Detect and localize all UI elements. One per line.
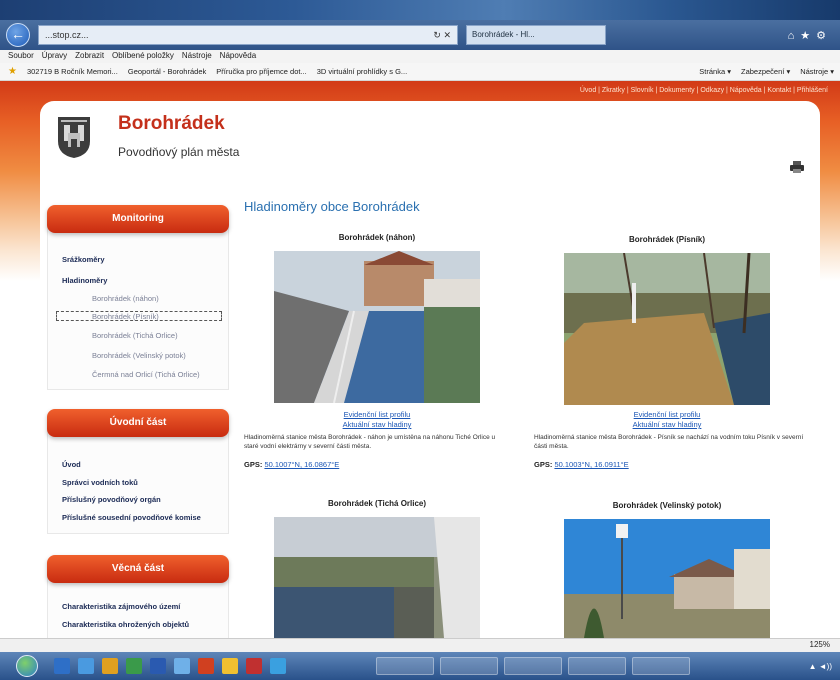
- taskbar-app-icon[interactable]: [126, 658, 142, 674]
- menu-favorites[interactable]: Oblíbené položky: [112, 51, 174, 63]
- site-subtitle: Povodňový plán města: [118, 145, 240, 159]
- taskbar-app-icon[interactable]: [222, 658, 238, 674]
- sidebar-item-hladinomery[interactable]: Hladinoměry: [62, 276, 107, 285]
- station-photo-nahon[interactable]: [274, 251, 480, 403]
- menu-tools[interactable]: Nástroje: [182, 51, 212, 63]
- station-title-nahon: Borohrádek (náhon): [338, 233, 416, 242]
- start-button-icon[interactable]: [16, 655, 38, 677]
- aktualni-stav-link-nahon[interactable]: Aktuální stav hladiny: [274, 420, 480, 429]
- favorites-bar: ★ 302719 B Ročník Memori... Geoportál - …: [0, 63, 840, 81]
- station-photo-velinsky-potok[interactable]: [564, 519, 770, 638]
- sidebar-heading-monitoring[interactable]: Monitoring: [47, 205, 229, 233]
- taskbar-app-icon[interactable]: [246, 658, 262, 674]
- menu-file[interactable]: Soubor: [8, 51, 34, 63]
- back-arrow-icon[interactable]: ←: [6, 23, 30, 47]
- aktualni-stav-link-pisnik[interactable]: Aktuální stav hladiny: [564, 420, 770, 429]
- address-bar: ← ...stop.cz... ↻ ✕ Borohrádek - Hl... ⌂…: [0, 20, 840, 50]
- sidebar-item-cermna[interactable]: Čermná nad Orlicí (Tichá Orlice): [92, 370, 200, 379]
- taskbar-app-icon[interactable]: [150, 658, 166, 674]
- taskbar-app-icon[interactable]: [54, 658, 70, 674]
- home-star-gear-icons[interactable]: ⌂★⚙: [788, 29, 832, 42]
- browser-statusbar: 125%: [0, 638, 840, 652]
- sidebar-item-charakteristika-objektu[interactable]: Charakteristika ohrožených objektů: [62, 620, 189, 629]
- taskbar-window[interactable]: [376, 657, 434, 675]
- favorite-link[interactable]: 302719 B Ročník Memori...: [27, 67, 118, 76]
- security-menu[interactable]: Zabezpečení ▾: [741, 67, 790, 76]
- system-tray-clock[interactable]: ▲ ◄)): [809, 662, 832, 671]
- sidebar-item-povodnovy-organ[interactable]: Příslušný povodňový orgán: [62, 495, 161, 504]
- station-description-pisnik: Hladinoměrná stanice města Borohrádek - …: [534, 434, 804, 450]
- tools-menu[interactable]: Nástroje ▾: [800, 67, 834, 76]
- page-title: Hladinoměry obce Borohrádek: [244, 199, 420, 214]
- site-title[interactable]: Borohrádek: [118, 113, 225, 135]
- sidebar-heading-vecna[interactable]: Věcná část: [47, 555, 229, 583]
- refresh-icon[interactable]: ↻ ✕: [433, 30, 451, 41]
- page-menu[interactable]: Stránka ▾: [699, 67, 731, 76]
- station-title-pisnik: Borohrádek (Písník): [628, 235, 705, 244]
- top-links[interactable]: Úvod | Zkratky | Slovník | Dokumenty | O…: [580, 87, 828, 94]
- station-title-velinsky-potok: Borohrádek (Velinský potok): [612, 501, 722, 510]
- gps-pisnik: GPS: 50.1003°N, 16.0911°E: [534, 460, 629, 469]
- sidebar-item-velinsky-potok[interactable]: Borohrádek (Velinský potok): [92, 351, 186, 360]
- sidebar-heading-uvodni[interactable]: Úvodní část: [47, 409, 229, 437]
- menu-view[interactable]: Zobrazit: [75, 51, 104, 63]
- evidencni-list-link-nahon[interactable]: Evidenční list profilu: [274, 410, 480, 419]
- gps-nahon: GPS: 50.1007°N, 16.0867°E: [244, 460, 340, 469]
- sidebar-item-ticha-orlice[interactable]: Borohrádek (Tichá Orlice): [92, 331, 178, 340]
- sidebar-item-nahon[interactable]: Borohrádek (náhon): [92, 294, 159, 303]
- taskbar-app-icon[interactable]: [198, 658, 214, 674]
- gps-link-nahon[interactable]: 50.1007°N, 16.0867°E: [264, 460, 339, 469]
- sidebar-item-sousedni-komise[interactable]: Příslušné sousední povodňové komise: [62, 513, 201, 522]
- gps-link-pisnik[interactable]: 50.1003°N, 16.0911°E: [554, 460, 628, 469]
- favorite-link[interactable]: Příručka pro příjemce dot...: [216, 67, 306, 76]
- window-titlebar: [0, 0, 840, 20]
- station-photo-ticha-orlice[interactable]: [274, 517, 480, 638]
- menu-bar: Soubor Úpravy Zobrazit Oblíbené položky …: [0, 50, 840, 63]
- taskbar-app-icon[interactable]: [78, 658, 94, 674]
- url-field[interactable]: ...stop.cz... ↻ ✕: [38, 25, 458, 45]
- favorite-link[interactable]: 3D virtuální prohlídky s G...: [317, 67, 407, 76]
- sidebar-item-spravci[interactable]: Správci vodních toků: [62, 478, 138, 487]
- station-title-ticha-orlice: Borohrádek (Tichá Orlice): [327, 499, 427, 508]
- sidebar-item-srazkomery[interactable]: Srážkoměry: [62, 255, 105, 264]
- zoom-level[interactable]: 125%: [810, 640, 830, 649]
- evidencni-list-link-pisnik[interactable]: Evidenční list profilu: [564, 410, 770, 419]
- taskbar-window[interactable]: [440, 657, 498, 675]
- web-page: Úvod | Zkratky | Slovník | Dokumenty | O…: [0, 81, 840, 638]
- taskbar-window[interactable]: [504, 657, 562, 675]
- browser-tab[interactable]: Borohrádek - Hl...: [466, 25, 606, 45]
- sidebar-item-pisnik[interactable]: Borohrádek (Písník): [92, 312, 159, 321]
- taskbar-window[interactable]: [632, 657, 690, 675]
- favorites-star-icon[interactable]: ★: [8, 66, 17, 77]
- station-photo-pisnik[interactable]: [564, 253, 770, 405]
- windows-taskbar: ▲ ◄)): [0, 652, 840, 680]
- taskbar-app-icon[interactable]: [270, 658, 286, 674]
- sidebar-box-monitoring: [47, 225, 229, 390]
- print-icon[interactable]: [790, 161, 804, 173]
- taskbar-app-icon[interactable]: [174, 658, 190, 674]
- town-crest-icon: [58, 117, 90, 158]
- url-text: ...stop.cz...: [45, 30, 89, 40]
- menu-edit[interactable]: Úpravy: [42, 51, 67, 63]
- sidebar-item-uvod[interactable]: Úvod: [62, 460, 81, 469]
- station-description-nahon: Hladinoměrná stanice města Borohrádek - …: [244, 434, 496, 450]
- taskbar-window[interactable]: [568, 657, 626, 675]
- sidebar-item-charakteristika-uzemi[interactable]: Charakteristika zájmového území: [62, 602, 180, 611]
- taskbar-app-icon[interactable]: [102, 658, 118, 674]
- favorite-link[interactable]: Geoportál - Borohrádek: [128, 67, 206, 76]
- menu-help[interactable]: Nápověda: [220, 51, 256, 63]
